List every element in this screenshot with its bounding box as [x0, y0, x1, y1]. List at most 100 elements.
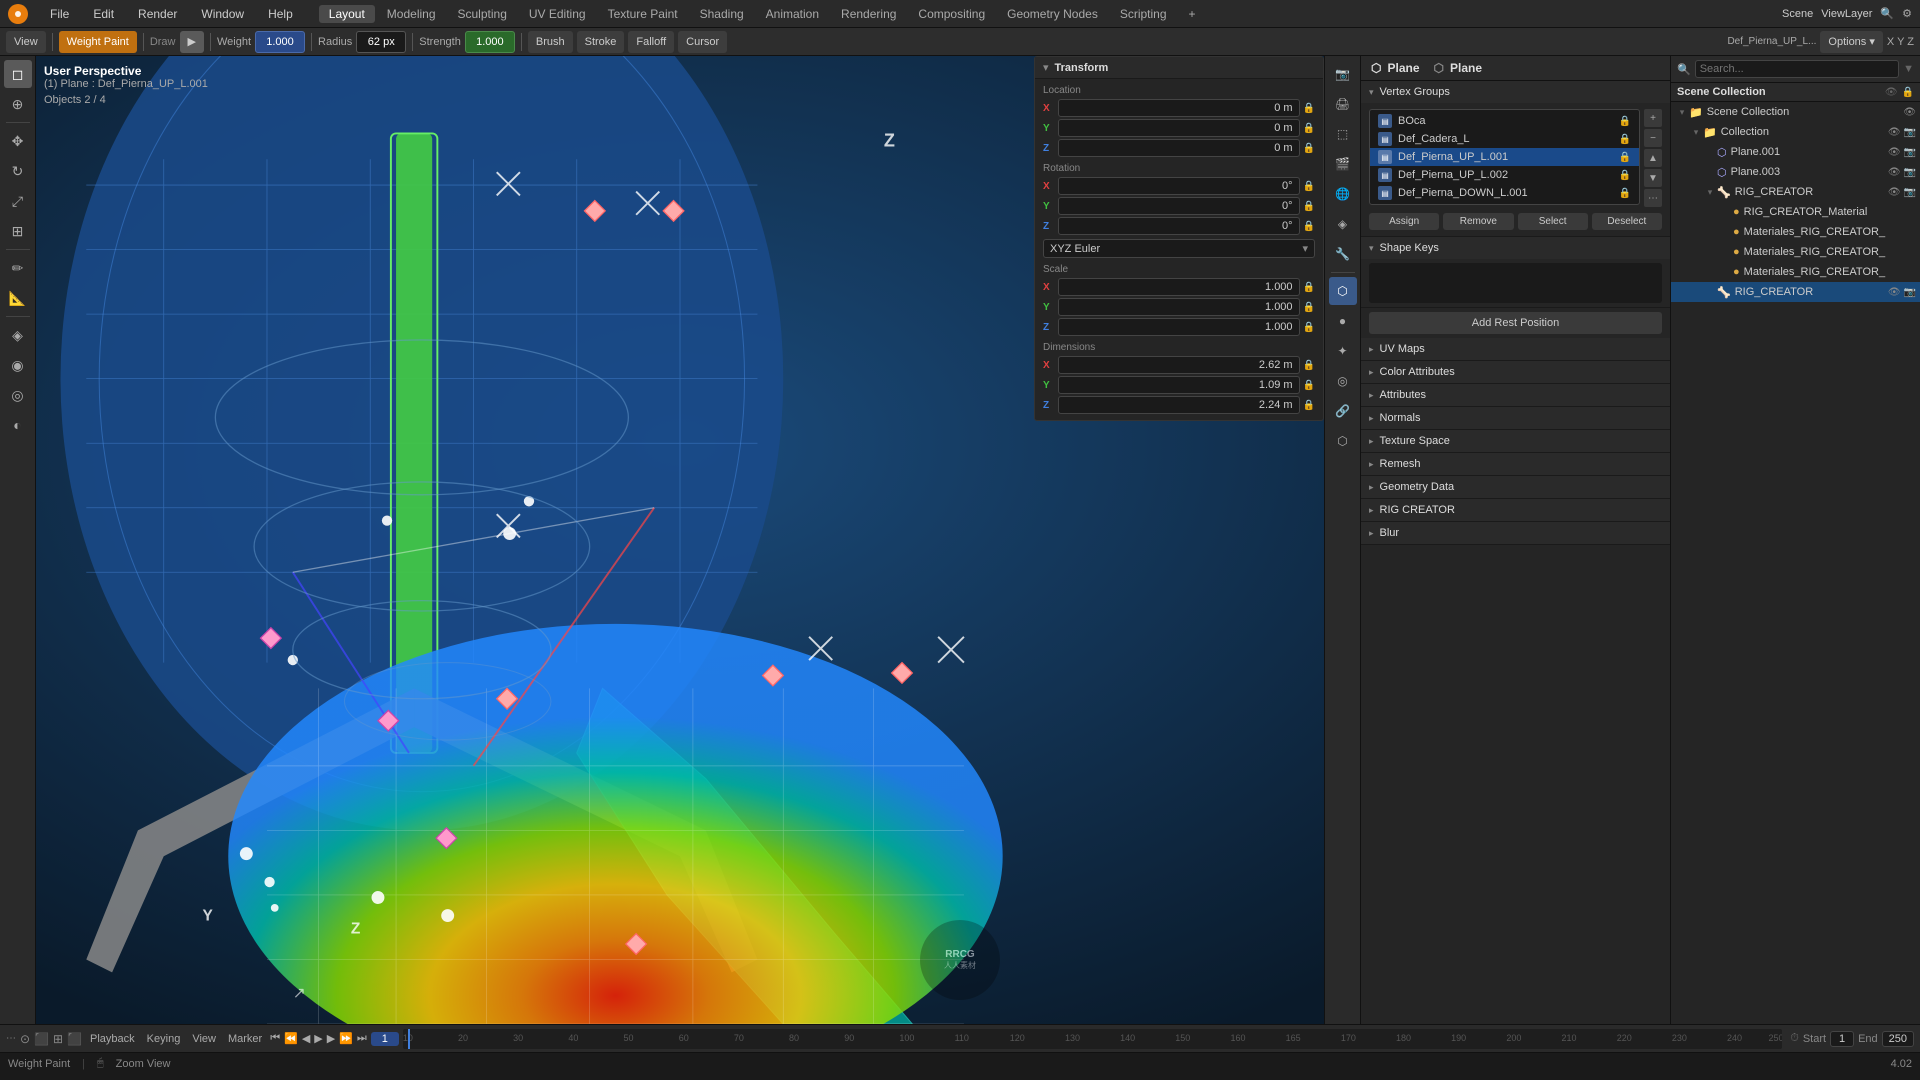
- draw-mode-btn[interactable]: ▶: [180, 31, 204, 53]
- world-props-btn[interactable]: 🌐: [1329, 180, 1357, 208]
- scene-collection-eye-icon[interactable]: 👁: [1903, 107, 1916, 118]
- rig-creator-render-icon[interactable]: 📷: [1904, 187, 1916, 198]
- shape-keys-header[interactable]: ▾ Shape Keys: [1361, 237, 1670, 259]
- rotation-mode-selector[interactable]: XYZ Euler ▾: [1043, 239, 1315, 258]
- modifiers-btn[interactable]: 🔧: [1329, 240, 1357, 268]
- view-layer-props-btn[interactable]: ⬚: [1329, 120, 1357, 148]
- tree-materiales-1[interactable]: ● Materiales_RIG_CREATOR_: [1671, 222, 1920, 242]
- remesh-header[interactable]: ▸ Remesh: [1361, 453, 1670, 475]
- tab-geometry-nodes[interactable]: Geometry Nodes: [997, 5, 1108, 23]
- tab-modeling[interactable]: Modeling: [377, 5, 446, 23]
- select-tool[interactable]: ◻: [4, 60, 32, 88]
- cursor-tool[interactable]: ⊕: [4, 90, 32, 118]
- output-props-btn[interactable]: 🖨: [1329, 90, 1357, 118]
- playback-btn[interactable]: Playback: [86, 1033, 139, 1045]
- plane-003-render-icon[interactable]: 📷: [1904, 167, 1916, 178]
- collection-render-icon[interactable]: 📷: [1904, 127, 1916, 138]
- blur-brush-tool[interactable]: ◉: [4, 351, 32, 379]
- physics-btn[interactable]: ◎: [1329, 367, 1357, 395]
- vg-lock-pierna-up-2[interactable]: 🔒: [1619, 170, 1631, 181]
- strength-value[interactable]: 1.000: [465, 31, 515, 53]
- scale-x-lock-icon[interactable]: 🔒: [1303, 282, 1315, 293]
- tree-materiales-3[interactable]: ● Materiales_RIG_CREATOR_: [1671, 262, 1920, 282]
- dim-z-val[interactable]: 2.24 m: [1058, 396, 1300, 414]
- measure-tool[interactable]: 📐: [4, 284, 32, 312]
- skip-start-icon[interactable]: ⏮: [270, 1032, 280, 1045]
- vg-deselect-btn[interactable]: Deselect: [1592, 213, 1662, 230]
- rc2-render-icon[interactable]: 📷: [1904, 287, 1916, 298]
- next-keyframe-icon[interactable]: ▶: [327, 1032, 335, 1045]
- stroke-btn[interactable]: Stroke: [577, 31, 625, 53]
- menu-render[interactable]: Render: [132, 5, 183, 23]
- marker-btn[interactable]: Marker: [224, 1033, 266, 1045]
- rot-y-val[interactable]: 0°: [1058, 197, 1300, 215]
- scale-z-val[interactable]: 1.000: [1058, 318, 1300, 336]
- vg-lock-cadera[interactable]: 🔒: [1619, 134, 1631, 145]
- skip-end-icon[interactable]: ⏭: [357, 1032, 367, 1045]
- render-props-btn[interactable]: 📷: [1329, 60, 1357, 88]
- geometry-data-header[interactable]: ▸ Geometry Data: [1361, 476, 1670, 498]
- search-icon[interactable]: 🔍: [1880, 7, 1894, 20]
- vertex-groups-header[interactable]: ▾ Vertex Groups: [1361, 81, 1670, 103]
- dim-z-lock-icon[interactable]: 🔒: [1303, 400, 1315, 411]
- vg-move-up-btn[interactable]: ▲: [1644, 149, 1662, 167]
- prev-keyframe-icon[interactable]: ◀: [302, 1032, 310, 1045]
- outliner-search-input[interactable]: [1695, 60, 1899, 78]
- tree-plane-003[interactable]: ⬡ Plane.003 👁 📷: [1671, 162, 1920, 182]
- next-frame-icon[interactable]: ⏩: [339, 1032, 353, 1045]
- loc-z-lock-icon[interactable]: 🔒: [1303, 143, 1315, 154]
- vg-item-pierna-up-2[interactable]: ▤ Def_Pierna_UP_L.002 🔒: [1370, 166, 1639, 184]
- plane-003-eye-icon[interactable]: 👁: [1888, 167, 1901, 178]
- outliner-lock-icon[interactable]: 🔒: [1902, 87, 1914, 98]
- keying-btn[interactable]: Keying: [143, 1033, 185, 1045]
- loc-x-lock-icon[interactable]: 🔒: [1303, 103, 1315, 114]
- tl-animation-icon[interactable]: ⬛: [34, 1032, 49, 1046]
- rot-x-val[interactable]: 0°: [1058, 177, 1300, 195]
- loc-x-val[interactable]: 0 m: [1058, 99, 1300, 117]
- tab-uv-editing[interactable]: UV Editing: [519, 5, 596, 23]
- prev-frame-icon[interactable]: ⏪: [284, 1032, 298, 1045]
- tab-sculpting[interactable]: Sculpting: [448, 5, 517, 23]
- scene-props-btn[interactable]: 🎬: [1329, 150, 1357, 178]
- dim-y-val[interactable]: 1.09 m: [1058, 376, 1300, 394]
- vg-item-pierna-up-1[interactable]: ▤ Def_Pierna_UP_L.001 🔒: [1370, 148, 1639, 166]
- settings-icon[interactable]: ⚙: [1902, 7, 1912, 20]
- vg-item-pierna-down-1[interactable]: ▤ Def_Pierna_DOWN_L.001 🔒: [1370, 184, 1639, 202]
- rotate-tool[interactable]: ↻: [4, 157, 32, 185]
- vg-more-btn[interactable]: ⋯: [1644, 189, 1662, 207]
- tab-shading[interactable]: Shading: [690, 5, 754, 23]
- tl-dots-icon[interactable]: ⋯: [6, 1033, 16, 1044]
- dim-x-lock-icon[interactable]: 🔒: [1303, 360, 1315, 371]
- falloff-btn[interactable]: Falloff: [628, 31, 674, 53]
- rig-creator-header[interactable]: ▸ RIG CREATOR: [1361, 499, 1670, 521]
- scale-tool[interactable]: ⤢: [4, 187, 32, 215]
- loc-z-val[interactable]: 0 m: [1058, 139, 1300, 157]
- constraints-btn[interactable]: 🔗: [1329, 397, 1357, 425]
- plane-001-render-icon[interactable]: 📷: [1904, 147, 1916, 158]
- menu-file[interactable]: File: [44, 5, 75, 23]
- rc2-eye-icon[interactable]: 👁: [1888, 287, 1901, 298]
- weight-paint-mode-btn[interactable]: Weight Paint: [59, 31, 137, 53]
- vg-remove-assign-btn[interactable]: Remove: [1443, 213, 1513, 230]
- add-rest-position-btn[interactable]: Add Rest Position: [1369, 312, 1662, 334]
- normals-header[interactable]: ▸ Normals: [1361, 407, 1670, 429]
- tl-view-btn[interactable]: View: [188, 1033, 220, 1045]
- blur-header[interactable]: ▸ Blur: [1361, 522, 1670, 544]
- tl-circle-icon[interactable]: ⊙: [20, 1032, 30, 1046]
- transform-tool[interactable]: ⊞: [4, 217, 32, 245]
- tab-layout[interactable]: Layout: [319, 5, 375, 23]
- radius-value[interactable]: 62 px: [356, 31, 406, 53]
- dim-x-val[interactable]: 2.62 m: [1058, 356, 1300, 374]
- rot-x-lock-icon[interactable]: 🔒: [1303, 181, 1315, 192]
- menu-edit[interactable]: Edit: [87, 5, 120, 23]
- smear-brush-tool[interactable]: ◐: [4, 411, 32, 439]
- vg-lock-boca[interactable]: 🔒: [1619, 116, 1631, 127]
- uv-maps-header[interactable]: ▸ UV Maps: [1361, 338, 1670, 360]
- data-props-btn[interactable]: ⬡: [1329, 277, 1357, 305]
- collection-eye-icon[interactable]: 👁: [1888, 127, 1901, 138]
- rot-z-val[interactable]: 0°: [1058, 217, 1300, 235]
- tab-compositing[interactable]: Compositing: [908, 5, 995, 23]
- weight-value[interactable]: 1.000: [255, 31, 305, 53]
- tab-rendering[interactable]: Rendering: [831, 5, 906, 23]
- tree-rig-creator[interactable]: ▾ 🦴 RIG_CREATOR 👁 📷: [1671, 182, 1920, 202]
